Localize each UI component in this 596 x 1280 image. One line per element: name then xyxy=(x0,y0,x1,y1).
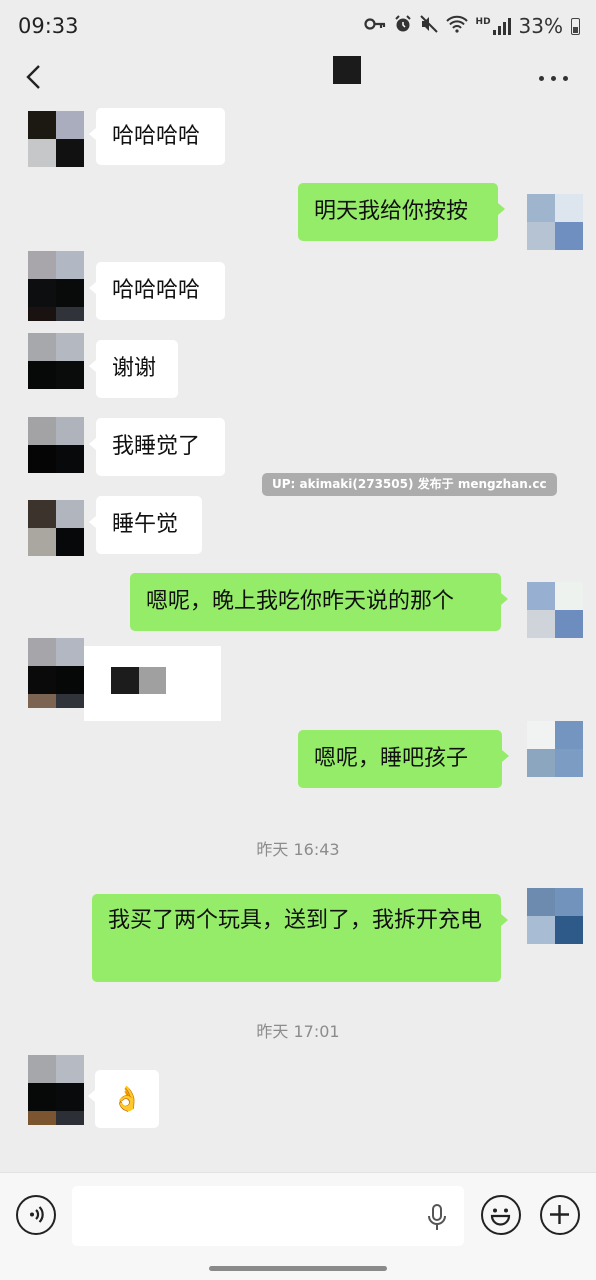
key-icon xyxy=(363,16,386,36)
message-bubble-outgoing[interactable]: 嗯呢，睡吧孩子 xyxy=(298,730,509,788)
avatar-self[interactable] xyxy=(527,194,583,250)
avatar-self[interactable] xyxy=(527,582,583,638)
avatar[interactable] xyxy=(28,417,84,473)
microphone-icon[interactable] xyxy=(426,1203,448,1233)
message-text: 哈哈哈哈 xyxy=(112,278,201,303)
message-text: 哈哈哈哈 xyxy=(112,123,201,149)
message-text: 明天我给你按按 xyxy=(314,199,469,224)
message-bubble-incoming[interactable]: 哈哈哈哈 xyxy=(89,108,225,165)
status-time: 09:33 xyxy=(18,14,79,38)
avatar[interactable] xyxy=(28,111,84,167)
message-text: 嗯呢，睡吧孩子 xyxy=(314,746,469,771)
censored-image-message[interactable] xyxy=(84,646,221,721)
avatar[interactable] xyxy=(28,638,84,694)
avatar[interactable] xyxy=(28,251,84,307)
battery-percent: 33% xyxy=(518,14,563,38)
status-icons: HD 33% xyxy=(363,14,580,38)
avatar[interactable] xyxy=(28,500,84,556)
chat-title-redacted xyxy=(333,56,361,84)
message-bubble-incoming[interactable]: 睡午觉 xyxy=(89,496,202,554)
censored-block xyxy=(139,667,166,694)
message-bubble-outgoing[interactable]: 我买了两个玩具，送到了，我拆开充电 xyxy=(92,894,508,982)
alarm-icon xyxy=(394,14,412,38)
avatar-partial xyxy=(28,1111,84,1138)
message-text: 谢谢 xyxy=(112,356,157,381)
message-input[interactable] xyxy=(72,1186,464,1246)
input-bar xyxy=(0,1172,596,1280)
chevron-left-icon[interactable] xyxy=(24,64,44,90)
message-bubble-outgoing[interactable]: 嗯呢，晚上我吃你昨天说的那个 xyxy=(130,573,508,631)
message-bubble-incoming[interactable]: 我睡觉了 xyxy=(89,418,225,476)
wifi-icon xyxy=(445,15,468,38)
message-bubble-incoming[interactable]: 哈哈哈哈 xyxy=(89,262,225,320)
message-text: 睡午觉 xyxy=(112,512,179,537)
message-text: 嗯呢，晚上我吃你昨天说的那个 xyxy=(146,589,455,614)
message-timestamp: 昨天 16:43 xyxy=(256,840,340,859)
avatar-partial xyxy=(28,307,84,334)
chat-header xyxy=(0,52,596,102)
more-dots-icon[interactable] xyxy=(539,76,568,81)
status-bar: 09:33 HD 33% xyxy=(0,0,596,52)
message-bubble-outgoing[interactable]: 明天我给你按按 xyxy=(298,183,505,241)
avatar-self[interactable] xyxy=(527,888,583,944)
message-text: 我睡觉了 xyxy=(112,434,201,459)
avatar[interactable] xyxy=(28,333,84,389)
voice-icon[interactable] xyxy=(16,1195,56,1235)
message-timestamp: 昨天 17:01 xyxy=(256,1022,340,1041)
emoji-icon[interactable] xyxy=(481,1195,521,1235)
watermark-overlay: UP: akimaki(273505) 发布于 mengzhan.cc xyxy=(262,473,557,496)
message-bubble-incoming[interactable]: 👌 xyxy=(88,1070,159,1128)
ok-hand-emoji: 👌 xyxy=(112,1085,142,1113)
avatar[interactable] xyxy=(28,1055,84,1111)
message-text: 我买了两个玩具，送到了，我拆开充电 xyxy=(108,908,483,933)
censored-block xyxy=(111,667,139,694)
avatar-self[interactable] xyxy=(527,721,583,777)
message-bubble-incoming[interactable]: 谢谢 xyxy=(89,340,178,398)
plus-icon[interactable] xyxy=(540,1195,580,1235)
battery-icon xyxy=(571,17,580,35)
home-indicator[interactable] xyxy=(209,1266,387,1271)
avatar-partial xyxy=(28,694,84,721)
signal-icon xyxy=(492,17,511,35)
hd-label: HD xyxy=(475,17,491,27)
mute-icon xyxy=(419,14,438,38)
